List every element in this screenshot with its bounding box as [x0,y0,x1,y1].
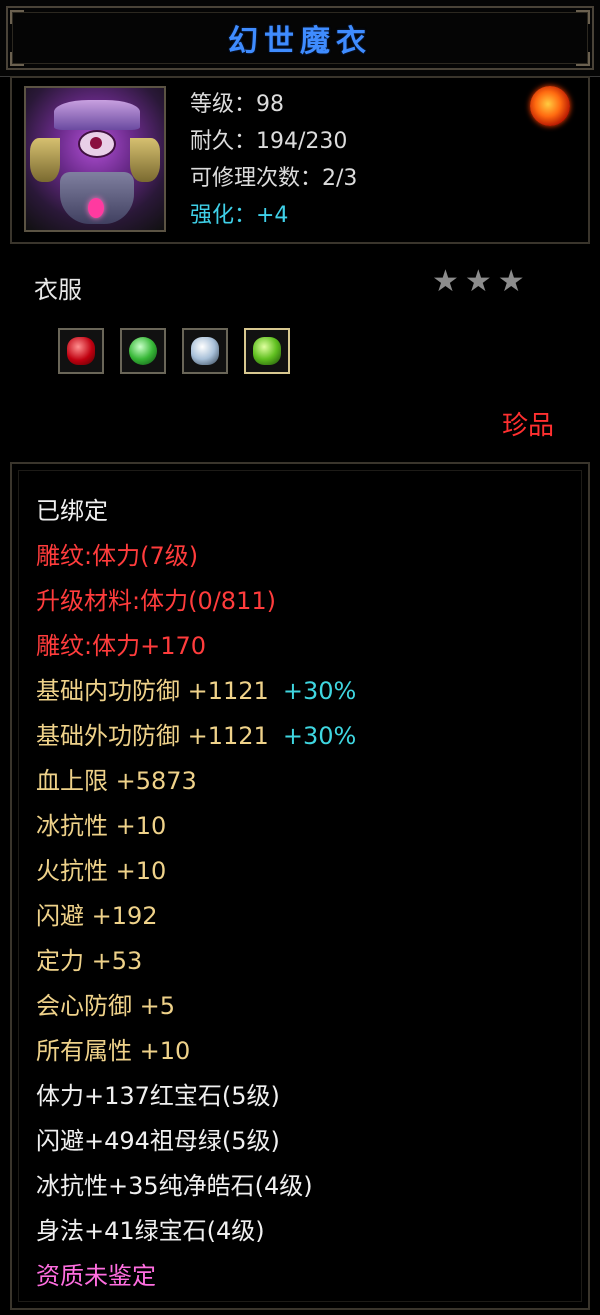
item-name: 幻世魔衣 [228,24,372,59]
attribute-line: 血上限 +5873 [36,767,197,795]
attribute-line: 会心防御 +5 [36,992,176,1020]
diamond-gem-icon[interactable] [182,328,228,374]
gem-bonus-line: 体力+137红宝石(5级) [36,1082,280,1110]
portrait-eye [78,130,116,158]
attribute-line: 基础外功防御 +1121 +30% [36,721,356,751]
gem-image [67,337,95,365]
attribute-panel: 已绑定 雕纹:体力(7级) 升级材料:体力(0/811) 雕纹:体力+170 基… [10,462,590,1310]
attribute-text: 基础内功防御 +1121 [36,677,269,705]
enhance-stat: 强化：+4 [190,203,289,228]
repair-count-stat: 可修理次数：2/3 [190,166,358,191]
attribute-line: 闪避 +192 [36,902,158,930]
gem-bonus-line: 身法+41绿宝石(4级) [36,1217,265,1245]
attribute-percent: +30% [282,722,357,750]
aptitude-status: 资质未鉴定 [36,1262,156,1290]
robe-armor-portrait-icon [24,86,166,232]
portrait-helm [54,100,140,130]
gem-image [253,337,281,365]
attribute-percent: +30% [282,677,357,705]
title-bar: 幻世魔衣 [0,0,600,77]
bound-status: 已绑定 [36,497,108,525]
engrave-line: 雕纹:体力(7级) [36,542,199,570]
attribute-line: 基础内功防御 +1121 +30% [36,676,356,706]
item-header-panel: 等级：98 耐久：194/230 可修理次数：2/3 强化：+4 [10,76,590,244]
gem-image [129,337,157,365]
engrave-bonus-line: 雕纹:体力+170 [36,632,207,660]
durability-stat: 耐久：194/230 [190,129,348,154]
upgrade-material-line: 升级材料:体力(0/811) [36,587,276,615]
attribute-line: 火抗性 +10 [36,857,167,885]
portrait-gem [88,198,104,218]
gem-bonus-line: 冰抗性+35纯净皓石(4级) [36,1172,313,1200]
jade-ring-icon[interactable] [120,328,166,374]
portrait-shoulder [130,138,160,182]
item-category: 衣服 [34,276,82,304]
gem-image [191,337,219,365]
green-gem-icon[interactable] [244,328,290,374]
star-rating: ★★★ [432,264,531,299]
attribute-line: 定力 +53 [36,947,143,975]
gem-bonus-line: 闪避+494祖母绿(5级) [36,1127,280,1155]
attribute-line: 所有属性 +10 [36,1037,191,1065]
portrait-shoulder [30,138,60,182]
dragon-emblem-icon [530,86,570,126]
ruby-gem-icon[interactable] [58,328,104,374]
level-stat: 等级：98 [190,92,284,117]
rarity-label: 珍品 [501,411,554,441]
attribute-line: 冰抗性 +10 [36,812,167,840]
attribute-text: 基础外功防御 +1121 [36,722,269,750]
